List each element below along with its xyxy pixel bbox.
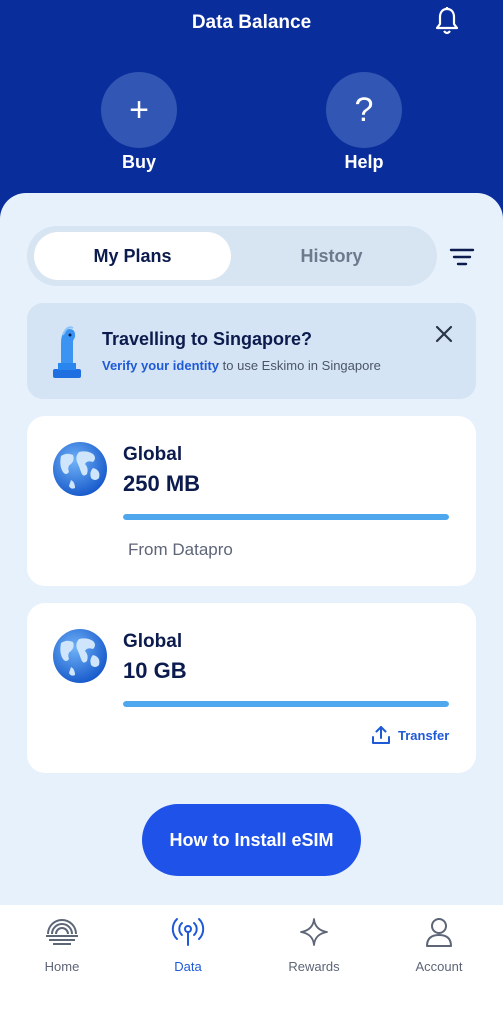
nav-item-rewards[interactable]: Rewards: [264, 917, 364, 974]
tab-history[interactable]: History: [233, 232, 430, 280]
globe-icon: [53, 629, 107, 683]
notice-rest-text: to use Eskimo in Singapore: [219, 358, 381, 373]
help-button[interactable]: ? Help: [326, 72, 402, 173]
data-progress-fill: [123, 701, 449, 707]
verify-identity-link[interactable]: Verify your identity: [102, 358, 219, 373]
nav-label-data: Data: [174, 959, 202, 974]
plan-amount: 10 GB: [123, 658, 187, 683]
nav-label-home: Home: [44, 959, 80, 974]
tab-my-plans[interactable]: My Plans: [34, 232, 231, 280]
close-icon[interactable]: [433, 323, 455, 345]
plus-icon: +: [101, 72, 177, 148]
antenna-icon: [171, 918, 205, 946]
filter-icon[interactable]: [449, 246, 475, 268]
data-progress-bar: [123, 701, 449, 707]
buy-button[interactable]: + Buy: [101, 72, 177, 173]
plan-name: Global: [123, 631, 183, 652]
notice-title: Travelling to Singapore?: [102, 329, 313, 349]
merlion-icon: [53, 326, 81, 378]
nav-item-data[interactable]: Data: [138, 917, 238, 974]
plan-card[interactable]: Global 250 MB From Datapro: [27, 416, 476, 586]
help-label: Help: [344, 152, 384, 172]
home-icon: [46, 919, 78, 945]
nav-label-account: Account: [415, 959, 463, 974]
bell-icon[interactable]: [433, 6, 461, 36]
person-icon: [426, 918, 452, 947]
plan-name: Global: [123, 444, 183, 465]
nav-label-rewards: Rewards: [288, 959, 340, 974]
data-progress-fill: [123, 514, 449, 520]
globe-icon: [53, 442, 107, 496]
page-title: Data Balance: [191, 12, 312, 33]
transfer-label: Transfer: [398, 727, 450, 743]
data-progress-bar: [123, 514, 449, 520]
segmented-control: My Plans History: [27, 226, 437, 286]
install-esim-button[interactable]: How to Install eSIM: [142, 804, 361, 876]
notice-subtitle: Verify your identity to use Eskimo in Si…: [102, 358, 381, 373]
content-sheet: My Plans History Travelling to Singapore…: [0, 193, 503, 905]
nav-item-account[interactable]: Account: [389, 917, 489, 974]
singapore-notice: Travelling to Singapore? Verify your ide…: [27, 303, 476, 399]
transfer-button[interactable]: Transfer: [371, 725, 449, 745]
buy-label: Buy: [121, 152, 156, 172]
sparkle-icon: [300, 918, 328, 946]
upload-icon: [372, 726, 390, 744]
plan-card[interactable]: Global 10 GB Transfer: [27, 603, 476, 773]
plan-source: From Datapro: [128, 540, 233, 559]
bottom-nav: Home Data Rewards Account: [0, 905, 503, 1024]
plan-amount: 250 MB: [123, 471, 201, 496]
nav-item-home[interactable]: Home: [12, 917, 112, 974]
question-icon: ?: [326, 72, 402, 148]
